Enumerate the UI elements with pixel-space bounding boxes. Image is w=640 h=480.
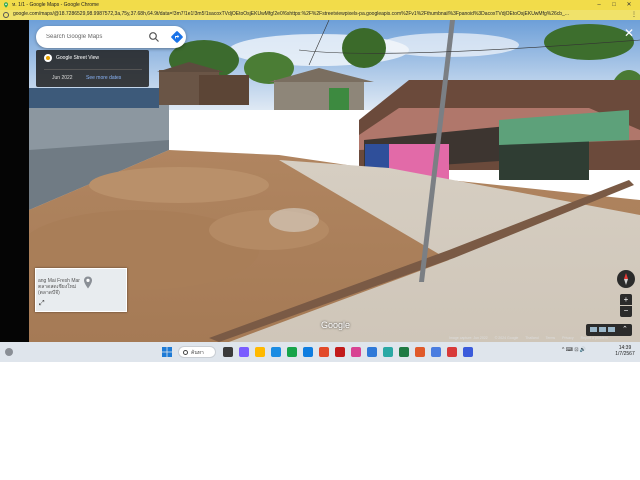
taskbar-app-icon[interactable]	[383, 347, 393, 357]
taskbar-app-icon[interactable]	[303, 347, 313, 357]
chevron-up-icon[interactable]: ⌃	[622, 325, 628, 333]
taskbar: ค้นหา ^ ⌨ ⊡ 🔊 14:39 1/7/2567	[0, 342, 640, 362]
close-street-view-button[interactable]: ✕	[623, 27, 635, 39]
street-view-info-panel: Google Street View Jun 2022 See more dat…	[36, 50, 149, 87]
taskbar-search-label: ค้นหา	[191, 350, 204, 356]
window-title: ห. 1/1 - Google Maps - Google Chrome	[12, 2, 99, 8]
taskbar-app-icon[interactable]	[287, 347, 297, 357]
taskbar-app-icon[interactable]	[431, 347, 441, 357]
search-input[interactable]	[46, 31, 146, 43]
url-text[interactable]: google.com/maps/@18.7286529,98.9987572,3…	[13, 11, 625, 17]
layer-thumbnail[interactable]	[590, 327, 597, 332]
more-options-icon[interactable]: ⋮	[631, 11, 637, 18]
maximize-button[interactable]: □	[609, 1, 619, 9]
directions-icon[interactable]	[170, 30, 184, 44]
windows-start-icon[interactable]	[162, 347, 172, 357]
street-view-pegman-icon	[44, 54, 52, 62]
taskbar-app-icon[interactable]	[415, 347, 425, 357]
attribution-report-link[interactable]: Report a problem	[581, 336, 608, 340]
attribution-copyright: © 2024 Google	[494, 336, 519, 340]
attribution-terms-link[interactable]: Terms	[546, 336, 556, 340]
taskbar-clock[interactable]: 14:39 1/7/2567	[612, 345, 638, 357]
minimize-button[interactable]: –	[594, 1, 604, 9]
weather-icon[interactable]	[5, 348, 13, 356]
google-maps-icon	[3, 2, 9, 8]
see-more-dates-link[interactable]: See more dates	[86, 75, 121, 81]
search-icon	[183, 350, 188, 355]
site-info-icon[interactable]	[3, 12, 9, 18]
street-view-title: Google Street View	[56, 55, 99, 61]
black-margin	[0, 20, 29, 342]
google-logo: Google	[321, 320, 351, 330]
address-bar[interactable]: google.com/maps/@18.7286529,98.9987572,3…	[0, 10, 640, 20]
taskbar-app-icon[interactable]	[255, 347, 265, 357]
search-box[interactable]	[36, 26, 186, 48]
layers-button[interactable]: ⌃	[586, 324, 632, 336]
attribution-privacy-link[interactable]: Privacy	[562, 336, 573, 340]
taskbar-app-icon[interactable]	[319, 347, 329, 357]
taskbar-app-icon[interactable]	[223, 347, 233, 357]
taskbar-app-icon[interactable]	[351, 347, 361, 357]
minimap-place-label: ang Mai Fresh Mar ตลาดสดเชียงใหม่ (ตลาดบ…	[38, 278, 80, 296]
minimap[interactable]: ang Mai Fresh Mar ตลาดสดเชียงใหม่ (ตลาดบ…	[35, 268, 127, 312]
system-tray[interactable]: ^ ⌨ ⊡ 🔊	[562, 347, 586, 353]
close-window-button[interactable]: ✕	[624, 1, 634, 9]
taskbar-app-icon[interactable]	[271, 347, 281, 357]
compass-icon[interactable]	[617, 270, 635, 288]
location-pin-icon	[84, 276, 92, 289]
taskbar-app-icon[interactable]	[335, 347, 345, 357]
attribution-country[interactable]: Thailand	[525, 336, 538, 340]
capture-date: Jun 2022	[52, 75, 73, 81]
layer-thumbnail[interactable]	[608, 327, 615, 332]
clock-date: 1/7/2567	[615, 351, 635, 357]
taskbar-search[interactable]: ค้นหา	[178, 346, 216, 358]
zoom-in-button[interactable]: +	[620, 294, 632, 305]
taskbar-app-icon[interactable]	[367, 347, 377, 357]
taskbar-app-icon[interactable]	[463, 347, 473, 357]
layer-thumbnail[interactable]	[599, 327, 606, 332]
attribution-capture: Image capture: Jun 2022	[449, 336, 488, 340]
taskbar-app-icon[interactable]	[447, 347, 457, 357]
zoom-out-button[interactable]: −	[620, 306, 632, 317]
taskbar-app-icon[interactable]	[239, 347, 249, 357]
search-icon[interactable]	[148, 31, 160, 43]
window-title-bar: ห. 1/1 - Google Maps - Google Chrome – □…	[0, 0, 640, 10]
street-view-viewport[interactable]: Google Street View Jun 2022 See more dat…	[29, 20, 640, 342]
divider	[44, 69, 142, 70]
taskbar-app-icon[interactable]	[399, 347, 409, 357]
expand-map-icon[interactable]: ⤢	[39, 300, 46, 307]
